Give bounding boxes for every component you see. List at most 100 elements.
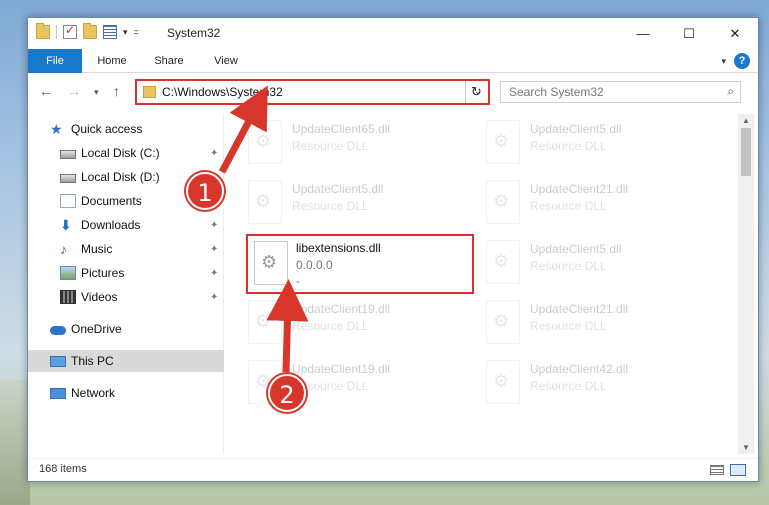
navigation-pane: ★ Quick access Local Disk (C:) ✦ Local D…	[28, 114, 224, 454]
tab-share[interactable]: Share	[146, 49, 192, 73]
file-name: UpdateClient5.dll	[530, 242, 622, 256]
forward-arrow-icon[interactable]: →	[67, 83, 81, 99]
sidebar-item-label: Pictures	[81, 266, 125, 280]
file-type: Resource DLL	[530, 259, 607, 273]
tab-view[interactable]: View	[204, 49, 248, 73]
file-item[interactable]: UpdateClient5.dll Resource DLL	[248, 178, 478, 234]
expand-ribbon-icon[interactable]: ▾	[721, 56, 726, 67]
vertical-scrollbar[interactable]: ▲ ▼	[738, 114, 754, 454]
sidebar-item-videos[interactable]: Videos ✦	[28, 286, 224, 308]
sidebar-item-label: Local Disk (C:)	[81, 146, 160, 160]
file-type: Resource DLL	[292, 319, 369, 333]
file-item[interactable]: UpdateClient21.dll Resource DLL	[486, 298, 716, 354]
back-arrow-icon[interactable]: ←	[39, 83, 53, 99]
address-bar[interactable]: C:\Windows\System32 ⌄	[135, 79, 490, 105]
navigation-bar: ← → ▾ ↑ C:\Windows\System32 ⌄ ↻ Search S…	[28, 75, 758, 109]
tab-file[interactable]: File	[28, 49, 82, 73]
pin-icon: ✦	[210, 219, 219, 231]
file-description: -	[296, 274, 300, 288]
sidebar-item-pictures[interactable]: Pictures ✦	[28, 262, 224, 284]
sidebar-item-quick-access[interactable]: ★ Quick access	[28, 118, 224, 140]
star-icon: ★	[50, 121, 63, 137]
dll-file-icon	[486, 180, 520, 224]
sidebar-item-label: Music	[81, 242, 113, 256]
file-type: Resource DLL	[530, 199, 607, 213]
dll-file-icon	[248, 300, 282, 344]
file-list: UpdateClient65.dll Resource DLL UpdateCl…	[232, 114, 738, 454]
address-folder-icon	[143, 86, 156, 98]
file-name: UpdateClient42.dll	[530, 362, 629, 376]
search-input[interactable]: Search System32 ⌕	[500, 81, 741, 103]
new-folder-icon[interactable]	[83, 23, 97, 39]
maximize-button[interactable]: ☐	[666, 18, 712, 49]
sidebar-item-network[interactable]: Network	[28, 382, 224, 404]
large-icons-view-icon[interactable]	[730, 464, 746, 476]
sidebar-item-music[interactable]: ♪ Music ✦	[28, 238, 224, 260]
dll-file-icon	[248, 120, 282, 164]
pin-icon: ✦	[210, 267, 219, 279]
file-item[interactable]: UpdateClient5.dll Resource DLL	[486, 238, 716, 294]
sidebar-item-label: Network	[71, 386, 116, 400]
scroll-up-icon[interactable]: ▲	[742, 116, 750, 125]
refresh-icon[interactable]: ↻	[465, 81, 487, 103]
customize-dropdown-icon[interactable]: ▾	[123, 27, 128, 38]
desktop-background	[0, 380, 30, 505]
file-name: UpdateClient21.dll	[530, 182, 629, 196]
file-item[interactable]: UpdateClient65.dll Resource DLL	[248, 118, 478, 174]
quick-access-toolbar: ▾ =	[36, 23, 139, 39]
file-name: libextensions.dll	[296, 241, 381, 255]
dll-file-icon	[486, 300, 520, 344]
file-name: UpdateClient5.dll	[530, 122, 622, 136]
documents-icon	[60, 194, 76, 208]
sidebar-item-this-pc[interactable]: This PC	[28, 350, 224, 372]
dll-file-icon	[486, 240, 520, 284]
file-type: Resource DLL	[530, 379, 607, 393]
search-placeholder: Search System32	[509, 85, 604, 99]
sidebar-item-label: Documents	[81, 194, 142, 208]
file-item[interactable]: UpdateClient19.dll Resource DLL	[248, 298, 478, 354]
cloud-icon	[50, 326, 66, 335]
minimize-button[interactable]: —	[620, 18, 666, 49]
recent-locations-chevron-icon[interactable]: ▾	[94, 87, 99, 98]
details-view-icon[interactable]	[710, 465, 724, 475]
sidebar-item-onedrive[interactable]: OneDrive	[28, 318, 224, 340]
dll-file-icon	[486, 360, 520, 404]
videos-icon	[60, 290, 76, 304]
computer-icon	[50, 355, 66, 367]
search-icon[interactable]: ⌕	[727, 84, 734, 99]
sidebar-item-downloads[interactable]: ⬇ Downloads ✦	[28, 214, 224, 236]
close-button[interactable]: ✕	[712, 18, 758, 49]
file-item[interactable]: UpdateClient21.dll Resource DLL	[486, 178, 716, 234]
sidebar-item-local-disk-c[interactable]: Local Disk (C:) ✦	[28, 142, 224, 164]
scroll-down-icon[interactable]: ▼	[742, 443, 750, 452]
music-icon: ♪	[60, 241, 67, 257]
disk-icon	[60, 150, 76, 159]
scroll-thumb[interactable]	[741, 128, 751, 176]
status-bar: 168 items	[28, 458, 758, 482]
file-item[interactable]: UpdateClient5.dll Resource DLL	[486, 118, 716, 174]
sidebar-item-label: Quick access	[71, 122, 143, 136]
file-type: Resource DLL	[292, 199, 369, 213]
file-explorer-window: ▾ = System32 — ☐ ✕ File Home Share View …	[27, 17, 759, 482]
file-name: UpdateClient19.dll	[292, 302, 391, 316]
help-icon[interactable]: ?	[734, 53, 750, 69]
file-name: UpdateClient21.dll	[530, 302, 629, 316]
file-item-libextensions[interactable]: libextensions.dll 0.0.0.0 -	[246, 234, 474, 294]
up-arrow-icon[interactable]: ↑	[113, 83, 120, 99]
file-item[interactable]: UpdateClient42.dll Resource DLL	[486, 358, 716, 414]
dll-file-icon	[486, 120, 520, 164]
pin-icon: ✦	[210, 147, 219, 159]
download-icon: ⬇	[60, 217, 72, 233]
toolbar-expand-icon[interactable]: =	[134, 27, 139, 37]
dll-file-icon	[248, 180, 282, 224]
address-path[interactable]: C:\Windows\System32	[162, 85, 283, 99]
tab-home[interactable]: Home	[90, 49, 134, 73]
folder-icon	[36, 23, 50, 39]
file-name: UpdateClient19.dll	[292, 362, 391, 376]
pin-icon: ✦	[210, 291, 219, 303]
file-version: 0.0.0.0	[296, 258, 333, 272]
properties-icon[interactable]	[103, 25, 117, 39]
properties-check-icon[interactable]	[63, 23, 77, 39]
item-count: 168 items	[39, 463, 87, 475]
file-type: Resource DLL	[292, 139, 369, 153]
